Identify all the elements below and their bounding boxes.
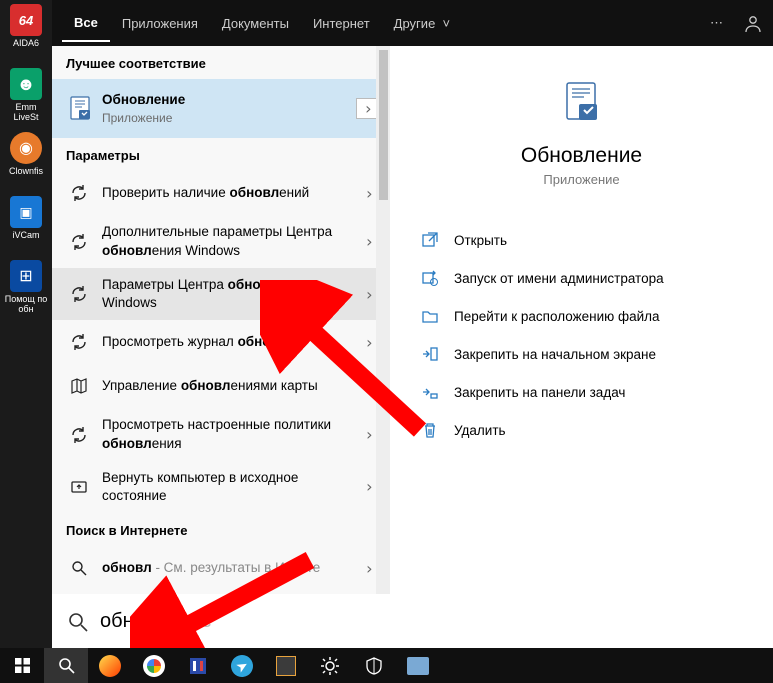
admin-icon — [420, 268, 440, 288]
action-open-location[interactable]: Перейти к расположению файла — [390, 297, 773, 335]
desktop-strip: 64AIDA6 ☻Emm LiveSt ◉Clownfis ▣iVCam ⊞По… — [0, 0, 52, 648]
folder-icon — [420, 306, 440, 326]
desktop-icon[interactable]: 64AIDA6 — [4, 4, 48, 64]
result-web[interactable]: обновл - См. результаты в Иннете › — [52, 546, 390, 590]
start-button[interactable] — [0, 648, 44, 683]
action-label: Закрепить на панели задач — [454, 385, 625, 400]
action-label: Удалить — [454, 423, 506, 438]
search-tabs: Все Приложения Документы Интернет Другие… — [52, 0, 773, 46]
pin-taskbar-icon — [420, 382, 440, 402]
result-setting[interactable]: Управление обновлениями карты › — [52, 364, 390, 408]
result-setting[interactable]: Вернуть компьютер в исходное состояние › — [52, 461, 390, 513]
tab-more[interactable]: Другие ˅ — [382, 6, 450, 41]
action-label: Перейти к расположению файла — [454, 309, 660, 324]
options-button[interactable]: ⋯ — [698, 5, 735, 41]
taskbar-app[interactable]: ➤ — [220, 648, 264, 683]
action-run-admin[interactable]: Запуск от имени администратора — [390, 259, 773, 297]
search-autocomplete-ghost: ение — [168, 610, 212, 633]
result-title: Обновление — [102, 91, 356, 109]
action-label: Открыть — [454, 233, 507, 248]
taskbar-app[interactable] — [308, 648, 352, 683]
result-setting[interactable]: Дополнительные параметры Центра обновлен… — [52, 215, 390, 267]
desktop-icon[interactable]: ☻Emm LiveSt — [4, 68, 48, 128]
action-uninstall[interactable]: Удалить — [390, 411, 773, 449]
group-settings: Параметры — [52, 138, 390, 171]
group-best-match: Лучшее соответствие — [52, 46, 390, 79]
scrollbar-thumb[interactable] — [379, 50, 388, 200]
refresh-icon — [68, 331, 90, 353]
preview-pane: Обновление Приложение Открыть Запуск от … — [390, 46, 773, 594]
refresh-icon — [68, 182, 90, 204]
pin-start-icon — [420, 344, 440, 364]
search-panel: Все Приложения Документы Интернет Другие… — [52, 0, 773, 648]
app-icon — [68, 98, 90, 120]
action-pin-start[interactable]: Закрепить на начальном экране — [390, 335, 773, 373]
taskbar-app[interactable] — [176, 648, 220, 683]
tab-all[interactable]: Все — [62, 5, 110, 42]
taskbar-app[interactable] — [352, 648, 396, 683]
taskbar-app[interactable] — [396, 648, 440, 683]
tab-docs[interactable]: Документы — [210, 6, 301, 41]
action-label: Закрепить на начальном экране — [454, 347, 656, 362]
search-typed-text: обновл — [100, 610, 167, 633]
scrollbar[interactable] — [376, 46, 390, 594]
desktop-icon[interactable]: ▣iVCam — [4, 196, 48, 256]
taskbar-app[interactable] — [264, 648, 308, 683]
search-input[interactable]: обновление — [52, 594, 773, 648]
trash-icon — [420, 420, 440, 440]
result-subtitle: Приложение — [102, 110, 356, 126]
taskbar-app[interactable] — [88, 648, 132, 683]
action-open[interactable]: Открыть — [390, 221, 773, 259]
results-list: Лучшее соответствие Обновление Приложени… — [52, 46, 390, 594]
taskbar: ➤ — [0, 648, 773, 683]
map-icon — [68, 375, 90, 397]
reset-icon — [68, 476, 90, 498]
result-setting[interactable]: Просмотреть настроенные политики обновле… — [52, 408, 390, 460]
preview-title: Обновление — [390, 144, 773, 168]
result-setting[interactable]: Просмотреть журнал обновлен › — [52, 320, 390, 364]
taskbar-search-button[interactable] — [44, 648, 88, 683]
refresh-icon — [68, 283, 90, 305]
action-label: Запуск от имени администратора — [454, 271, 664, 286]
result-setting[interactable]: Параметры Центра обновления Windows › — [52, 268, 390, 320]
preview-subtitle: Приложение — [390, 172, 773, 187]
search-icon — [68, 557, 90, 579]
tab-web[interactable]: Интернет — [301, 6, 382, 41]
desktop-icon[interactable]: ⊞Помощ по обн — [4, 260, 48, 320]
group-web: Поиск в Интернете — [52, 513, 390, 546]
account-icon[interactable] — [743, 13, 763, 33]
desktop-icon[interactable]: ◉Clownfis — [4, 132, 48, 192]
refresh-icon — [68, 231, 90, 253]
action-pin-taskbar[interactable]: Закрепить на панели задач — [390, 373, 773, 411]
refresh-icon — [68, 424, 90, 446]
search-icon — [68, 612, 88, 632]
open-icon — [420, 230, 440, 250]
taskbar-app[interactable] — [132, 648, 176, 683]
preview-app-icon — [559, 80, 605, 126]
result-best-match[interactable]: Обновление Приложение › — [52, 79, 390, 138]
tab-apps[interactable]: Приложения — [110, 6, 210, 41]
result-setting[interactable]: Проверить наличие обновлений › — [52, 171, 390, 215]
